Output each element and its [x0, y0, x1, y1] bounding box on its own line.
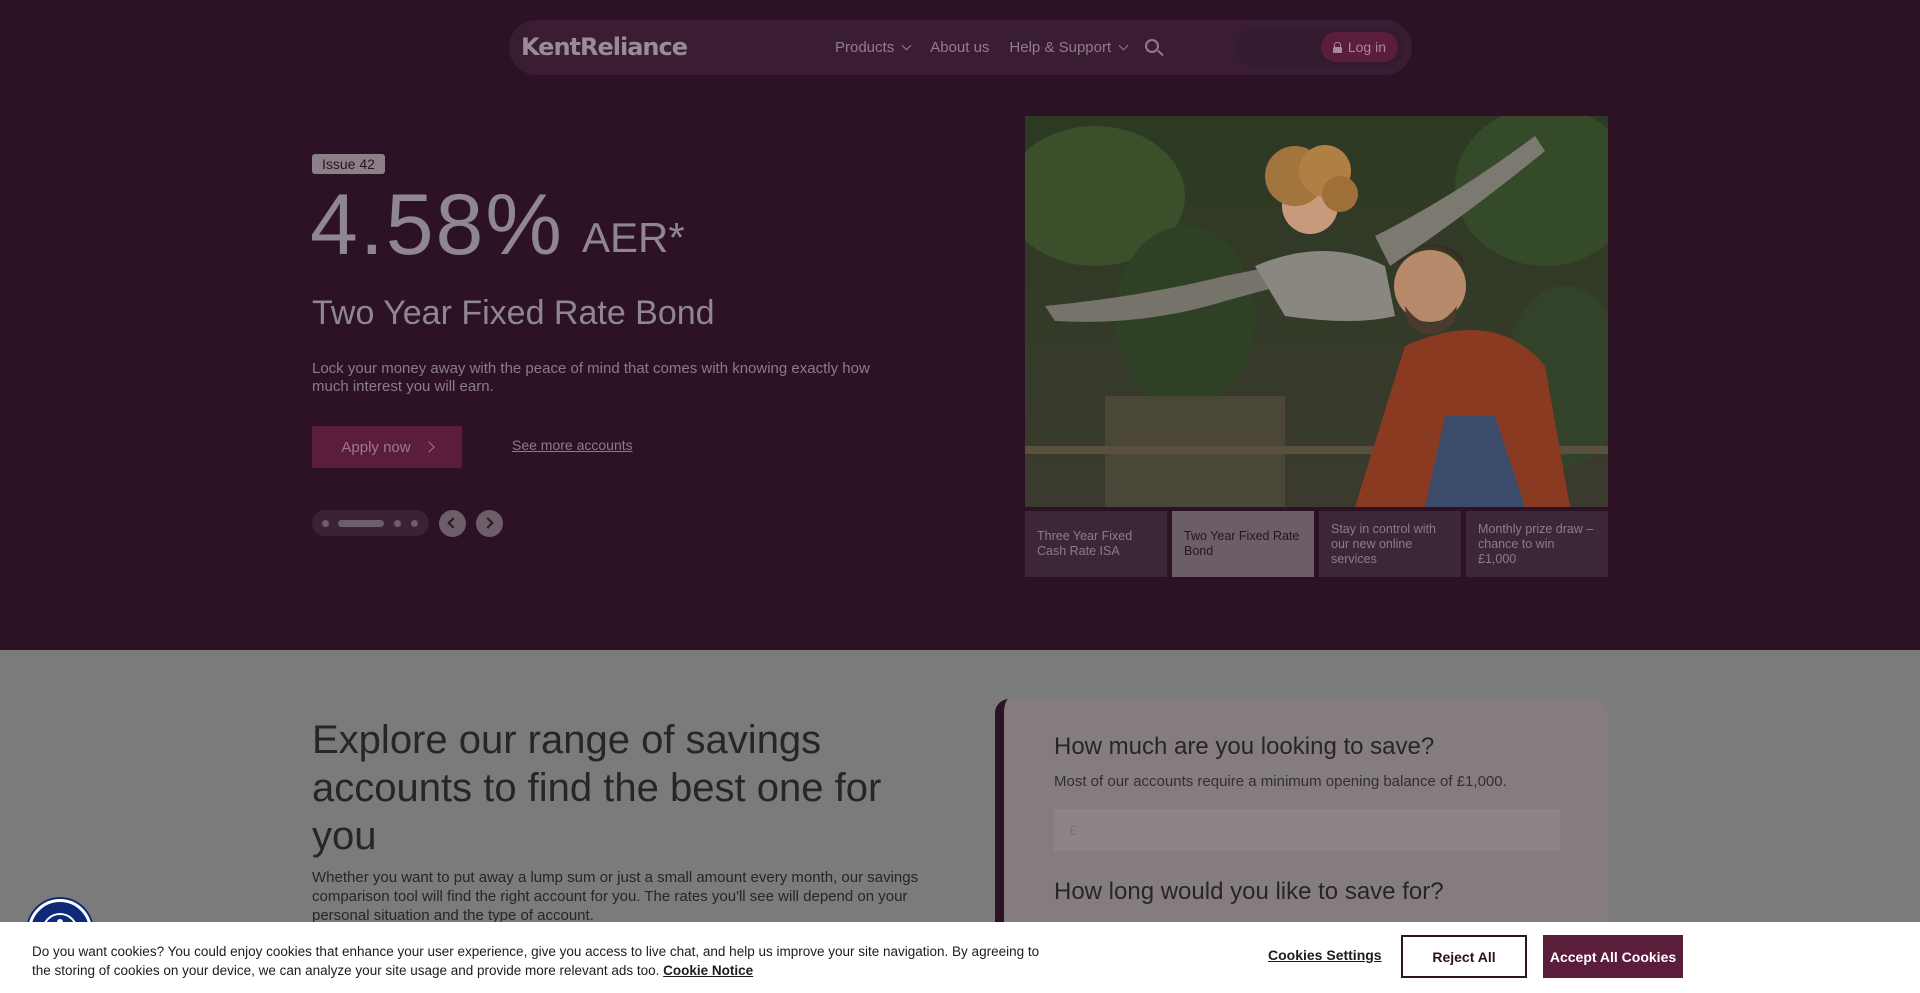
cookie-banner: Do you want cookies? You could enjoy coo… [0, 922, 1920, 993]
hero-photo [1025, 116, 1608, 507]
duration-question: How long would you like to save for? [1054, 878, 1444, 905]
nav-about-label: About us [930, 39, 990, 56]
main-navigation: KentReliance Products About us Help & Su… [509, 20, 1412, 75]
issue-badge: Issue 42 [312, 154, 385, 174]
nav-products-label: Products [835, 39, 895, 56]
chevron-left-icon [447, 517, 459, 529]
amount-input[interactable] [1054, 809, 1560, 851]
reject-all-button[interactable]: Reject All [1401, 935, 1527, 978]
explore-description: Whether you want to put away a lump sum … [312, 869, 919, 924]
tab-online-services[interactable]: Stay in control with our new online serv… [1319, 511, 1461, 577]
nav-about-us[interactable]: About us [930, 39, 989, 56]
carousel-dot-active[interactable] [338, 520, 384, 527]
amount-question: How much are you looking to save? [1054, 733, 1435, 760]
login-button[interactable]: Log in [1320, 32, 1398, 62]
nav-help-label: Help & Support [1009, 39, 1112, 56]
cookie-text: Do you want cookies? You could enjoy coo… [32, 942, 1042, 980]
carousel-dot[interactable] [394, 520, 401, 527]
carousel-prev-button[interactable] [439, 510, 466, 537]
see-more-accounts-link[interactable]: See more accounts [512, 437, 633, 453]
tab-three-year-isa[interactable]: Three Year Fixed Cash Rate ISA [1025, 511, 1167, 577]
explore-title: Explore our range of savings accounts to… [312, 718, 882, 858]
accept-all-cookies-button[interactable]: Accept All Cookies [1543, 935, 1683, 978]
kent-reliance-logo[interactable]: KentReliance [521, 33, 688, 61]
chevron-right-icon [422, 441, 435, 453]
product-description: Lock your money away with the peace of m… [312, 360, 870, 395]
chevron-right-icon [482, 517, 494, 529]
tab-two-year-bond[interactable]: Two Year Fixed Rate Bond [1172, 511, 1314, 577]
chevron-down-icon [1118, 40, 1129, 51]
rate-suffix: AER* [582, 214, 685, 261]
login-label: Log in [1347, 39, 1386, 55]
cookie-notice-link[interactable]: Cookie Notice [663, 963, 753, 978]
product-title: Two Year Fixed Rate Bond [312, 294, 715, 332]
nav-products[interactable]: Products [835, 39, 912, 56]
hero-tabs: Three Year Fixed Cash Rate ISA Two Year … [1025, 511, 1608, 577]
amount-subtext: Most of our accounts require a minimum o… [1054, 773, 1507, 790]
carousel-next-button[interactable] [476, 510, 503, 537]
carousel-dot[interactable] [322, 520, 329, 527]
cookies-settings-button[interactable]: Cookies Settings [1268, 947, 1382, 963]
chevron-down-icon [901, 40, 912, 51]
tab-prize-draw[interactable]: Monthly prize draw – chance to win £1,00… [1466, 511, 1608, 577]
cookie-message: Do you want cookies? You could enjoy coo… [32, 944, 1040, 978]
hero-section: KentReliance Products About us Help & Su… [0, 0, 1920, 650]
nav-links: Products About us Help & Support [835, 20, 1129, 75]
apply-now-label: Apply now [341, 438, 411, 456]
carousel-dot[interactable] [411, 520, 418, 527]
search-icon[interactable] [1145, 39, 1164, 57]
carousel-pagination [312, 510, 429, 536]
login-container: Log in [1236, 28, 1404, 67]
interest-rate: 4.58% [310, 177, 564, 273]
lock-icon [1332, 41, 1342, 53]
apply-now-button[interactable]: Apply now [312, 426, 462, 468]
nav-help-support[interactable]: Help & Support [1009, 39, 1129, 56]
